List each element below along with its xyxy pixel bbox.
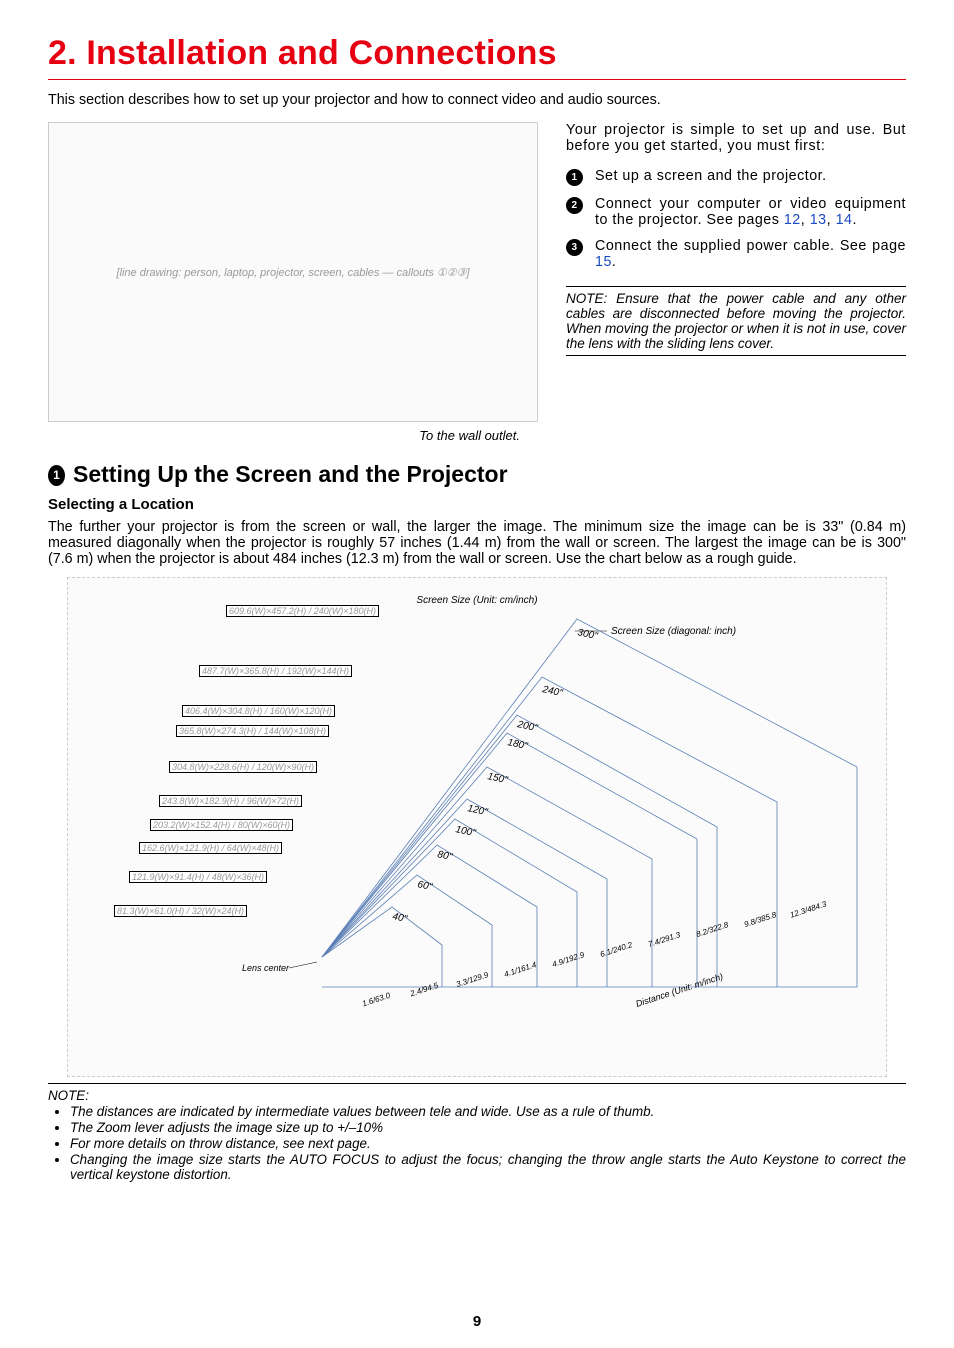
- notes-block: NOTE: The distances are indicated by int…: [48, 1088, 906, 1182]
- distance-tick-label: 2.4/94.5: [408, 981, 440, 999]
- page-number: 9: [0, 1313, 954, 1330]
- distance-tick-label: 4.9/192.9: [551, 950, 586, 969]
- step-1: 1 Set up a screen and the projector.: [566, 168, 906, 186]
- screen-diag-label: 200": [515, 719, 538, 734]
- distance-tick-label: 8.2/322.8: [695, 920, 730, 939]
- chart-title-top: Screen Size (Unit: cm/inch): [416, 595, 537, 606]
- note-item: For more details on throw distance, see …: [70, 1136, 906, 1151]
- screen-diag-label: 180": [506, 737, 529, 752]
- safety-note: NOTE: Ensure that the power cable and an…: [566, 286, 906, 356]
- screen-diag-label: 150": [486, 771, 509, 786]
- note-item: The Zoom lever adjusts the image size up…: [70, 1120, 906, 1135]
- distance-tick-label: 3.3/129.9: [455, 970, 490, 989]
- notes-heading: NOTE:: [48, 1088, 906, 1103]
- divider: [48, 1083, 906, 1084]
- screen-diag-label: 60": [416, 879, 433, 893]
- screen-dim-label: 121.9(W)×91.4(H) / 48(W)×36(H): [129, 871, 267, 883]
- distance-tick-label: 9.8/385.8: [743, 910, 778, 929]
- section-heading: 1 Setting Up the Screen and the Projecto…: [48, 461, 906, 488]
- step-badge-2: 2: [566, 197, 583, 214]
- step-3: 3 Connect the supplied power cable. See …: [566, 238, 906, 270]
- screen-diag-label: 40": [391, 911, 408, 925]
- step-text: Set up a screen and the projector.: [595, 168, 827, 186]
- illustration-caption: To the wall outlet.: [48, 428, 520, 443]
- screen-dim-label: 304.8(W)×228.6(H) / 120(W)×90(H): [169, 761, 317, 773]
- screen-dim-label: 365.8(W)×274.3(H) / 144(W)×108(H): [176, 725, 329, 737]
- subheading: Selecting a Location: [48, 496, 906, 513]
- page-link[interactable]: 13: [810, 212, 827, 228]
- step-text: Connect your computer or video equipment…: [595, 196, 906, 228]
- screen-diag-label: 100": [454, 824, 477, 839]
- screen-dim-label: 243.8(W)×182.9(H) / 96(W)×72(H): [159, 795, 302, 807]
- chapter-title: 2. Installation and Connections: [48, 34, 906, 80]
- screen-dim-label: 81.3(W)×61.0(H) / 32(W)×24(H): [114, 905, 247, 917]
- distance-tick-label: 12.3/484.3: [789, 899, 828, 919]
- step-badge-1: 1: [566, 169, 583, 186]
- note-item: Changing the image size starts the AUTO …: [70, 1152, 906, 1182]
- intro-text: This section describes how to set up you…: [48, 92, 906, 108]
- throw-distance-diagram: Screen Size (Unit: cm/inch) Screen Size …: [67, 577, 887, 1077]
- note-item: The distances are indicated by intermedi…: [70, 1104, 906, 1119]
- distance-axis-label: Distance (Unit: m/inch): [635, 971, 725, 1009]
- setup-illustration: [line drawing: person, laptop, projector…: [48, 122, 538, 422]
- page-link[interactable]: 12: [784, 212, 801, 228]
- screen-dim-label: 487.7(W)×365.8(H) / 192(W)×144(H): [199, 665, 352, 677]
- distance-tick-label: 1.6/63.0: [361, 991, 392, 1009]
- screen-diag-label: 300": [576, 627, 599, 642]
- lens-center-label: Lens center: [242, 963, 290, 973]
- screen-dim-label: 406.4(W)×304.8(H) / 160(W)×120(H): [182, 705, 335, 717]
- distance-tick-label: 4.1/161.4: [503, 960, 538, 979]
- page-link[interactable]: 14: [836, 212, 853, 228]
- chart-title-right: Screen Size (diagonal: inch): [611, 626, 736, 637]
- screen-dim-label: 162.6(W)×121.9(H) / 64(W)×48(H): [139, 842, 282, 854]
- setup-steps: 1 Set up a screen and the projector. 2 C…: [566, 168, 906, 270]
- screen-dim-label: 203.2(W)×152.4(H) / 80(W)×60(H): [150, 819, 293, 831]
- lead-paragraph: Your projector is simple to set up and u…: [566, 122, 906, 154]
- step-2: 2 Connect your computer or video equipme…: [566, 196, 906, 228]
- section-badge: 1: [48, 465, 65, 486]
- screen-diag-label: 80": [436, 849, 453, 863]
- screen-diag-label: 240": [540, 684, 563, 699]
- section-title-text: Setting Up the Screen and the Projector: [73, 461, 508, 488]
- distance-tick-label: 6.1/240.2: [599, 940, 634, 959]
- step-text: Connect the supplied power cable. See pa…: [595, 238, 906, 270]
- screen-dim-label: 609.6(W)×457.2(H) / 240(W)×180(H): [226, 605, 379, 617]
- screen-diag-label: 120": [466, 803, 489, 818]
- step-badge-3: 3: [566, 239, 583, 256]
- body-paragraph: The further your projector is from the s…: [48, 519, 906, 567]
- page-link[interactable]: 15: [595, 254, 612, 270]
